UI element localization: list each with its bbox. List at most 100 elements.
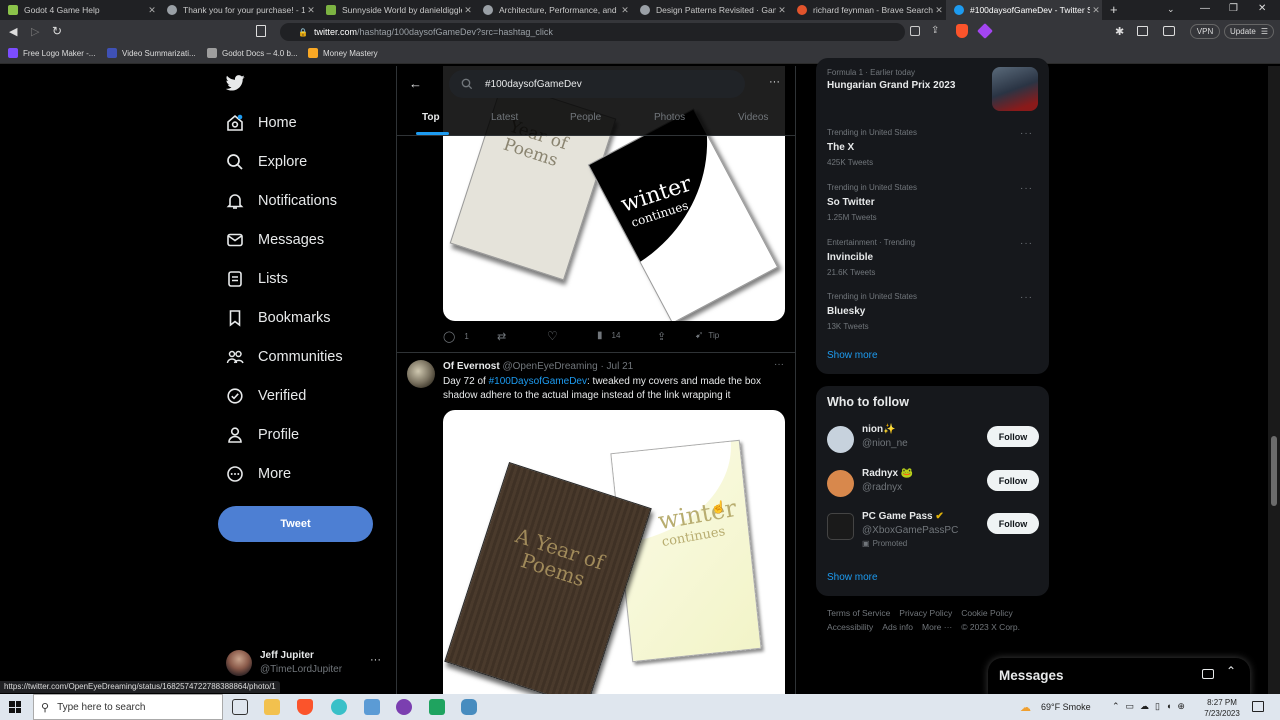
scrollbar-thumb[interactable] (1271, 436, 1277, 506)
trend-item[interactable]: Entertainment · Trending Invincible 21.6… (827, 238, 1039, 277)
extensions-icon[interactable]: ✱ (1115, 25, 1124, 38)
follow-suggestion[interactable]: PC Game Pass ✔ @XboxGamePassPC ▣ Promoted… (827, 509, 1039, 553)
retweet-button[interactable]: ⇄ (497, 330, 506, 343)
weather-text[interactable]: 69°F Smoke (1041, 702, 1091, 712)
close-tab-icon[interactable]: ✕ (776, 5, 788, 16)
windows-start-icon[interactable] (9, 701, 21, 713)
app-icon[interactable] (364, 699, 380, 715)
bookmark-page-icon[interactable] (256, 25, 266, 37)
close-tab-icon[interactable]: ✕ (933, 5, 945, 16)
expand-icon[interactable]: ⌃ (1226, 664, 1236, 678)
vpn-button[interactable]: VPN (1190, 24, 1220, 39)
trend-more-icon[interactable]: ··· (1020, 292, 1033, 303)
search-options-icon[interactable]: ··· (769, 76, 780, 88)
bookmark-item[interactable]: Free Logo Maker -... (8, 48, 95, 58)
trends-show-more-link[interactable]: Show more (827, 350, 878, 361)
browser-tab-active[interactable]: #100daysofGameDev - Twitter Se ✕ (946, 0, 1102, 20)
minimize-icon[interactable]: — (1200, 3, 1210, 14)
avatar[interactable] (407, 360, 435, 388)
close-window-icon[interactable]: ✕ (1258, 3, 1266, 14)
footer-link[interactable]: Privacy Policy (899, 608, 952, 618)
nav-item-profile[interactable]: Profile (226, 426, 299, 444)
url-bar[interactable]: 🔒 twitter.com/hashtag/100daysofGameDev?s… (280, 23, 905, 41)
trend-more-icon[interactable]: ··· (1020, 128, 1033, 139)
follow-button[interactable]: Follow (987, 426, 1039, 447)
browser-tab[interactable]: Sunnyside World by danieldiggle ✕ (318, 0, 474, 20)
close-tab-icon[interactable]: ✕ (305, 5, 317, 16)
nav-item-more[interactable]: More (226, 465, 291, 483)
update-button[interactable]: Update ☰ (1224, 24, 1274, 39)
nav-item-messages[interactable]: Messages (226, 231, 324, 249)
trend-more-icon[interactable]: ··· (1020, 238, 1033, 249)
follow-button[interactable]: Follow (987, 470, 1039, 491)
tab-top[interactable]: Top (422, 112, 440, 123)
tab-latest[interactable]: Latest (491, 112, 518, 123)
brave-rewards-icon[interactable] (977, 23, 993, 39)
tweet-more-icon[interactable]: ··· (774, 359, 784, 370)
trend-more-icon[interactable]: ··· (1020, 183, 1033, 194)
trend-item[interactable]: Formula 1 · Earlier today Hungarian Gran… (827, 67, 1039, 111)
tab-photos[interactable]: Photos (654, 112, 685, 123)
maximize-icon[interactable]: ❐ (1229, 3, 1238, 14)
tab-people[interactable]: People (570, 112, 601, 123)
tweet-button[interactable]: Tweet (218, 506, 373, 542)
footer-link[interactable]: Cookie Policy (961, 608, 1013, 618)
clock[interactable]: 8:27 PM 7/23/2023 (1200, 697, 1244, 719)
bookmark-item[interactable]: Godot Docs – 4.0 b... (207, 48, 298, 58)
twitter-logo-icon[interactable] (226, 75, 245, 91)
messages-drawer[interactable]: Messages ⌃ (988, 658, 1250, 696)
close-tab-icon[interactable]: ✕ (619, 5, 631, 16)
brave-shields-icon[interactable] (956, 24, 968, 38)
footer-link[interactable]: Terms of Service (827, 608, 890, 618)
reply-button[interactable]: ◯ 1 (443, 330, 469, 343)
tab-search-chevron-icon[interactable]: ⌄ (1167, 4, 1175, 15)
back-arrow-icon[interactable]: ← (409, 76, 422, 91)
notifications-center-icon[interactable] (1252, 701, 1264, 712)
nav-item-lists[interactable]: Lists (226, 270, 288, 288)
app-icon[interactable] (429, 699, 445, 715)
nav-item-explore[interactable]: Explore (226, 153, 307, 171)
wallet-icon[interactable] (1163, 26, 1175, 36)
browser-tab[interactable]: Thank you for your purchase! - 1st Ph✕ (159, 0, 317, 20)
tweet-author-handle[interactable]: @OpenEyeDreaming (502, 361, 597, 372)
trend-item[interactable]: Trending in United States Bluesky 13K Tw… (827, 292, 1039, 331)
bookmark-item[interactable]: Money Mastery (308, 48, 378, 58)
app-icon[interactable] (331, 699, 347, 715)
follow-suggestion[interactable]: nion✨ @nion_ne Follow (827, 422, 1039, 456)
app-icon[interactable] (396, 699, 412, 715)
task-view-icon[interactable] (232, 699, 248, 715)
account-switcher[interactable]: Jeff Jupiter @TimeLordJupiter ··· (226, 648, 386, 680)
forward-icon[interactable]: ▷ (31, 25, 39, 38)
new-message-icon[interactable] (1202, 669, 1214, 679)
nav-item-home[interactable]: Home (226, 114, 297, 132)
new-tab-icon[interactable]: + (1110, 2, 1118, 17)
tip-button[interactable]: ➹ Tip (695, 330, 719, 341)
godot-icon[interactable] (461, 699, 477, 715)
nav-item-bookmarks[interactable]: Bookmarks (226, 309, 331, 327)
follow-suggestion[interactable]: Radnyx 🐸 @radnyx Follow (827, 466, 1039, 500)
follow-button[interactable]: Follow (987, 513, 1039, 534)
tweet-date[interactable]: · Jul 21 (600, 361, 633, 372)
tweet-author-name[interactable]: Of Evernost (443, 361, 500, 372)
search-input[interactable]: #100daysofGameDev (449, 70, 745, 98)
back-icon[interactable]: ◀ (9, 25, 17, 38)
browser-tab[interactable]: Design Patterns Revisited · Game Pro✕ (632, 0, 788, 20)
nav-item-communities[interactable]: Communities (226, 348, 343, 366)
hashtag-link[interactable]: #100DaysofGameDev (489, 376, 587, 387)
trend-item[interactable]: Trending in United States The X 425K Twe… (827, 128, 1039, 167)
sidebar-toggle-icon[interactable] (1137, 26, 1148, 36)
follow-show-more-link[interactable]: Show more (827, 572, 878, 583)
footer-link[interactable]: Ads info (882, 622, 913, 632)
share-button[interactable]: ⇪ (657, 330, 666, 343)
file-explorer-icon[interactable] (264, 699, 280, 715)
browser-tab[interactable]: Godot 4 Game Help ✕ (0, 0, 158, 20)
footer-link[interactable]: Accessibility (827, 622, 873, 632)
browser-tab[interactable]: richard feynman - Brave Search ✕ (789, 0, 945, 20)
tab-videos[interactable]: Videos (738, 112, 768, 123)
install-app-icon[interactable] (910, 26, 920, 36)
trend-item[interactable]: Trending in United States So Twitter 1.2… (827, 183, 1039, 222)
close-tab-icon[interactable]: ✕ (146, 5, 158, 16)
tweet-media-image[interactable]: winter continues A Year of Poems ☝ (443, 410, 785, 696)
system-tray-icons[interactable]: ⌃▭☁▯◖⊕ (1112, 701, 1191, 712)
brave-browser-icon[interactable] (297, 699, 313, 715)
